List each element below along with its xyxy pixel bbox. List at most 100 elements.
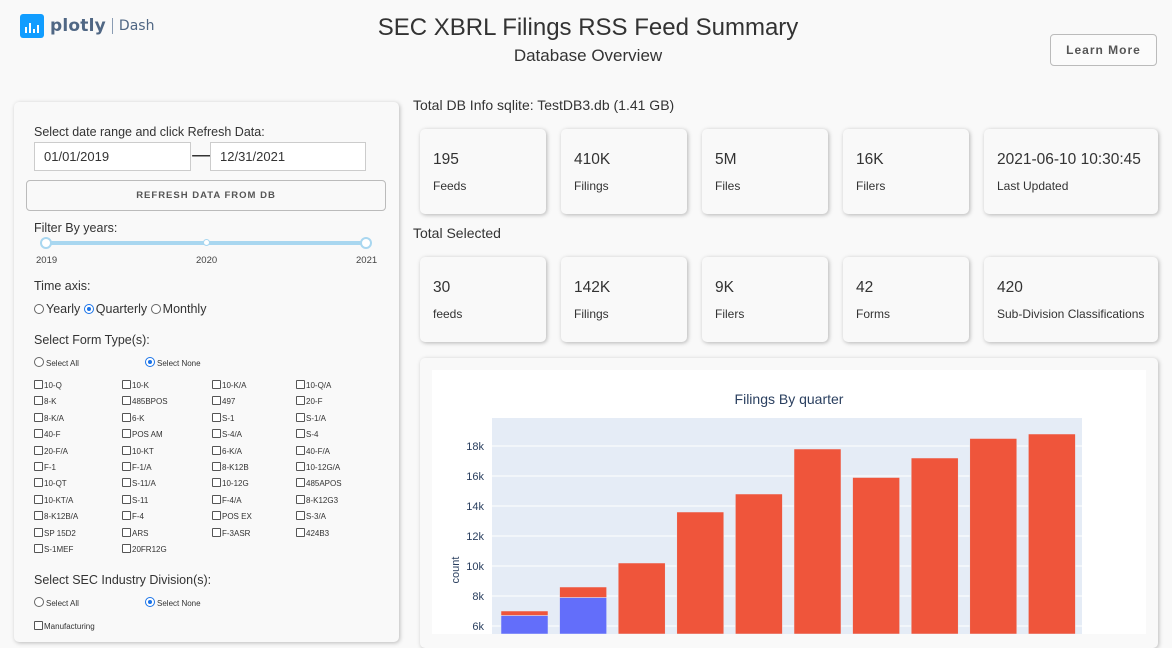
radio-icon	[34, 597, 44, 607]
end-date-input[interactable]: 12/31/2021	[210, 142, 366, 171]
bar-series-1[interactable]	[1028, 433, 1076, 634]
form-type-checkbox[interactable]: 10-Q/A	[296, 380, 386, 396]
form-type-checkbox[interactable]: 6-K/A	[212, 445, 296, 462]
checkbox-icon	[122, 478, 131, 488]
form-type-checkbox[interactable]: 6-K	[122, 412, 212, 429]
checkbox-icon	[122, 461, 131, 471]
checkbox-icon	[34, 396, 43, 406]
bar-series-1[interactable]	[559, 586, 607, 598]
form-type-checkbox[interactable]: F-1/A	[122, 461, 212, 478]
form-type-checkbox[interactable]: S-11/A	[122, 478, 212, 494]
form-type-checkbox[interactable]: 424B3	[296, 527, 386, 544]
form-type-checkbox[interactable]: SP 15D2	[34, 527, 122, 544]
time-axis-quarterly[interactable]: Quarterly	[83, 302, 147, 316]
form-type-checkbox[interactable]: 10-12G/A	[296, 461, 386, 478]
checkbox-icon	[34, 511, 43, 521]
form-type-checkbox[interactable]: F-1	[34, 461, 122, 478]
form-type-checkbox[interactable]: 10-Q	[34, 380, 122, 396]
total-db-info-title: Total DB Info sqlite: TestDB3.db (1.41 G…	[413, 97, 675, 113]
form-type-checkbox[interactable]: S-1MEF	[34, 543, 122, 560]
bar-series-0[interactable]	[500, 615, 549, 635]
checkbox-icon	[34, 527, 43, 537]
form-type-checkbox[interactable]: F-3ASR	[212, 527, 296, 544]
filings-by-quarter-chart[interactable]: 6k 8k 10k 12k 14k 16k 18k Filings By quarter c…	[432, 370, 1146, 634]
bar-series-0[interactable]	[559, 597, 607, 635]
bar-series-1[interactable]	[852, 477, 900, 635]
form-type-checkbox[interactable]: 20-F	[296, 396, 386, 412]
form-type-checkbox[interactable]: 497	[212, 396, 296, 412]
year-slider-end-handle[interactable]	[360, 237, 372, 249]
year-tick-2021: 2021	[356, 255, 378, 266]
form-type-checkbox[interactable]: S-4/A	[212, 429, 296, 445]
checkbox-icon	[296, 380, 305, 389]
form-select-none[interactable]: Select None	[145, 357, 201, 368]
form-type-checkbox[interactable]: S-1/A	[296, 412, 386, 429]
form-type-checkbox[interactable]: 40-F	[34, 429, 122, 445]
form-type-checkbox[interactable]: POS EX	[212, 511, 296, 527]
form-type-checkbox[interactable]: 40-F/A	[296, 445, 386, 462]
form-type-checkbox[interactable]: 10-QT	[34, 478, 122, 494]
form-type-checkbox[interactable]: 10-KT/A	[34, 494, 122, 511]
bar-series-1[interactable]	[793, 448, 842, 634]
bar-series-1[interactable]	[910, 457, 959, 634]
form-type-checkbox[interactable]: 8-K/A	[34, 412, 122, 429]
year-slider-start-handle[interactable]	[40, 237, 52, 249]
form-type-checkbox[interactable]: 20FR12G	[122, 543, 212, 560]
form-type-checkbox[interactable]: 8-K12B/A	[34, 511, 122, 527]
bar-series-1[interactable]	[676, 511, 725, 634]
form-type-checkbox[interactable]: F-4	[122, 511, 212, 527]
form-type-checkbox[interactable]: 10-K/A	[212, 380, 296, 396]
form-type-checkbox[interactable]: 8-K12G3	[296, 494, 386, 511]
y-tick-label: 16k	[466, 471, 484, 483]
form-type-checkbox[interactable]: ARS	[122, 527, 212, 544]
year-tick-2019: 2019	[36, 255, 58, 266]
refresh-data-button[interactable]: REFRESH DATA FROM DB	[26, 180, 386, 211]
form-type-checkbox[interactable]: S-3/A	[296, 511, 386, 527]
form-type-checkbox[interactable]: 8-K12B	[212, 461, 296, 478]
form-type-checkbox[interactable]: S-1	[212, 412, 296, 429]
form-type-checkbox[interactable]: 10-K	[122, 380, 212, 396]
checkbox-icon	[122, 494, 131, 504]
industry-select-all[interactable]: Select All	[34, 597, 79, 608]
page-subtitle: Database Overview	[513, 46, 663, 65]
form-select-all[interactable]: Select All	[34, 357, 79, 368]
chart-title: Filings By quarter	[735, 391, 844, 407]
checkbox-icon	[296, 527, 305, 537]
checkbox-icon	[212, 380, 221, 389]
bar-series-1[interactable]	[969, 438, 1018, 635]
start-date-input[interactable]: 01/01/2019	[34, 142, 191, 171]
checkbox-icon	[212, 429, 221, 439]
form-type-checkbox[interactable]: 485BPOS	[122, 396, 212, 412]
bar-series-1[interactable]	[617, 562, 666, 634]
checkbox-icon	[212, 527, 221, 537]
form-type-checkbox[interactable]: S-11	[122, 494, 212, 511]
form-type-checkbox[interactable]: S-4	[296, 429, 386, 445]
checkbox-icon	[296, 429, 305, 439]
y-tick-label: 12k	[466, 531, 484, 543]
y-tick-label: 14k	[466, 501, 484, 513]
checkbox-icon	[296, 445, 305, 455]
filter-years-label: Filter By years:	[34, 221, 118, 235]
time-axis-monthly[interactable]: Monthly	[150, 302, 206, 316]
time-axis-yearly[interactable]: Yearly	[34, 302, 80, 316]
form-type-checkbox[interactable]: 10-12G	[212, 478, 296, 494]
bar-series-1[interactable]	[500, 610, 549, 616]
form-type-checkbox[interactable]: POS AM	[122, 429, 212, 445]
bar-series-1[interactable]	[735, 493, 783, 634]
checkbox-icon	[296, 461, 305, 471]
form-type-checkbox[interactable]: 485APOS	[296, 478, 386, 494]
form-type-checkbox[interactable]: 10-KT	[122, 445, 212, 462]
checkbox-icon	[122, 429, 131, 439]
learn-more-button[interactable]: Learn More	[1050, 34, 1157, 66]
industry-checkbox-manufacturing[interactable]: Manufacturing	[34, 621, 95, 631]
industry-select-none[interactable]: Select None	[145, 597, 201, 608]
form-type-label: Select Form Type(s):	[34, 333, 150, 347]
checkbox-icon	[34, 478, 43, 488]
checkbox-icon	[212, 412, 221, 422]
checkbox-icon	[122, 543, 131, 553]
form-type-checkbox[interactable]: 20-F/A	[34, 445, 122, 462]
form-type-checkbox[interactable]: 8-K	[34, 396, 122, 412]
year-tick-2020: 2020	[196, 255, 218, 266]
checkbox-icon	[34, 429, 43, 439]
form-type-checkbox[interactable]: F-4/A	[212, 494, 296, 511]
